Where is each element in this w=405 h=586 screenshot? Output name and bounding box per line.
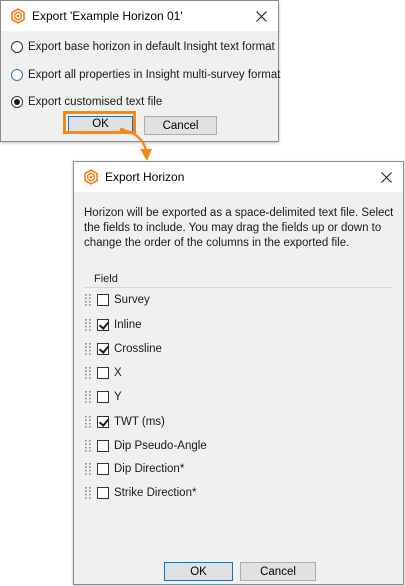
insight-app-icon bbox=[84, 169, 98, 185]
flow-arrow bbox=[120, 128, 152, 161]
field-checkbox[interactable] bbox=[97, 440, 109, 452]
field-checkbox[interactable] bbox=[97, 463, 109, 475]
title-bar: Export Horizon bbox=[74, 162, 403, 192]
field-row[interactable]: Y bbox=[84, 389, 122, 405]
field-row[interactable]: X bbox=[84, 365, 122, 381]
dialog-title: Export Horizon bbox=[105, 170, 185, 184]
field-row[interactable]: Inline bbox=[84, 317, 142, 333]
drag-handle-icon[interactable] bbox=[84, 366, 92, 380]
drag-handle-icon[interactable] bbox=[84, 486, 92, 500]
field-checkbox[interactable] bbox=[97, 367, 109, 379]
radio-option-custom-text[interactable]: Export customised text file bbox=[11, 94, 162, 110]
radio-button[interactable] bbox=[11, 96, 23, 108]
dialog-description: Horizon will be exported as a space-deli… bbox=[84, 207, 394, 249]
field-label: Survey bbox=[114, 294, 150, 306]
field-row[interactable]: Crossline bbox=[84, 341, 162, 357]
close-icon bbox=[255, 10, 267, 22]
field-label: Dip Direction* bbox=[114, 463, 185, 475]
radio-label: Export all properties in Insight multi-s… bbox=[28, 69, 281, 81]
field-label: Crossline bbox=[114, 343, 162, 355]
export-horizon-dialog: Export Horizon Horizon will be exported … bbox=[73, 161, 404, 585]
drag-handle-icon[interactable] bbox=[84, 318, 92, 332]
drag-handle-icon[interactable] bbox=[84, 439, 92, 453]
cancel-button[interactable]: Cancel bbox=[240, 562, 316, 581]
field-column-header: Field bbox=[94, 273, 118, 285]
radio-button[interactable] bbox=[11, 69, 23, 81]
field-checkbox[interactable] bbox=[97, 487, 109, 499]
close-icon bbox=[380, 171, 392, 183]
field-label: Inline bbox=[114, 319, 142, 331]
radio-label: Export base horizon in default Insight t… bbox=[28, 41, 275, 53]
drag-handle-icon[interactable] bbox=[84, 293, 92, 307]
export-horizon-options-dialog: Export 'Example Horizon 01' Export base … bbox=[0, 0, 280, 142]
field-checkbox[interactable] bbox=[97, 294, 109, 306]
field-checkbox[interactable] bbox=[97, 391, 109, 403]
drag-handle-icon[interactable] bbox=[84, 462, 92, 476]
dialog-title: Export 'Example Horizon 01' bbox=[32, 9, 183, 23]
header-divider bbox=[84, 287, 393, 288]
field-checkbox[interactable] bbox=[97, 343, 109, 355]
field-row[interactable]: Dip Direction* bbox=[84, 461, 184, 477]
field-label: X bbox=[114, 367, 122, 379]
radio-label: Export customised text file bbox=[28, 96, 163, 108]
close-button[interactable] bbox=[375, 166, 397, 188]
field-label: TWT (ms) bbox=[114, 416, 165, 428]
field-label: Dip Pseudo-Angle bbox=[114, 440, 207, 452]
field-row[interactable]: Dip Pseudo-Angle bbox=[84, 438, 207, 454]
field-checkbox[interactable] bbox=[97, 319, 109, 331]
drag-handle-icon[interactable] bbox=[84, 415, 92, 429]
field-row[interactable]: Survey bbox=[84, 292, 150, 308]
field-checkbox[interactable] bbox=[97, 416, 109, 428]
radio-option-default-format[interactable]: Export base horizon in default Insight t… bbox=[11, 39, 275, 55]
drag-handle-icon[interactable] bbox=[84, 390, 92, 404]
field-row[interactable]: Strike Direction* bbox=[84, 485, 196, 501]
close-button[interactable] bbox=[250, 5, 272, 27]
field-row[interactable]: TWT (ms) bbox=[84, 414, 165, 430]
insight-app-icon bbox=[11, 8, 25, 24]
ok-button[interactable]: OK bbox=[164, 562, 233, 581]
radio-button[interactable] bbox=[11, 41, 23, 53]
radio-option-multi-survey[interactable]: Export all properties in Insight multi-s… bbox=[11, 67, 280, 83]
field-label: Y bbox=[114, 391, 122, 403]
field-label: Strike Direction* bbox=[114, 487, 197, 499]
title-bar: Export 'Example Horizon 01' bbox=[1, 1, 278, 31]
drag-handle-icon[interactable] bbox=[84, 342, 92, 356]
